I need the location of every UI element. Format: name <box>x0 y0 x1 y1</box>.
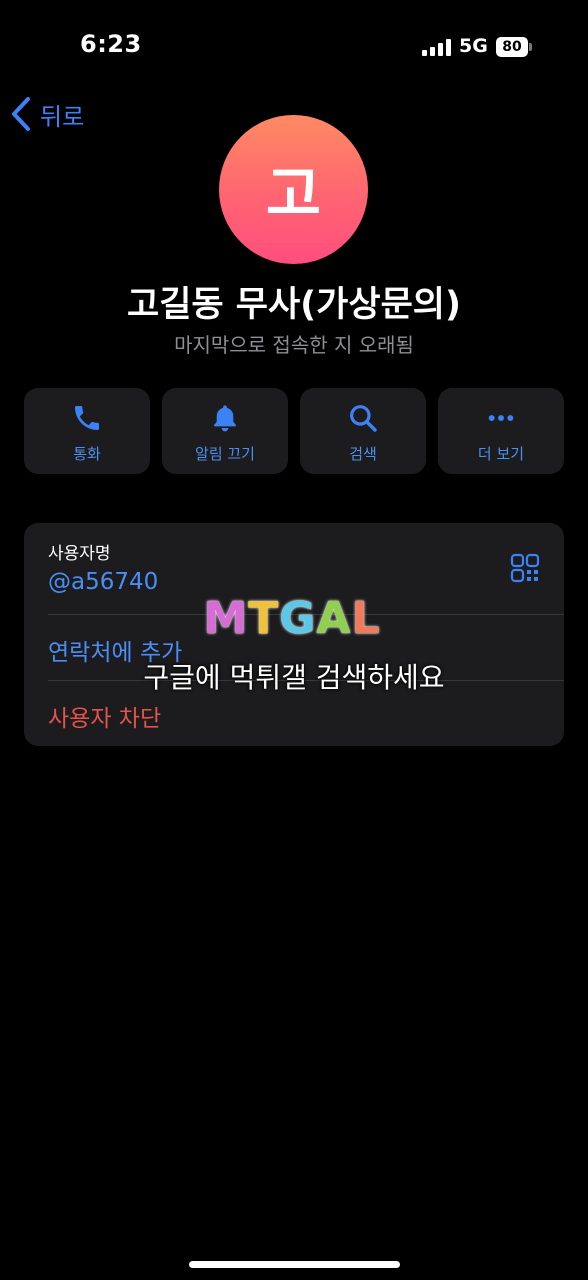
more-button[interactable]: 더 보기 <box>438 388 564 474</box>
avatar-initial: 고 <box>265 160 322 230</box>
back-label: 뒤로 <box>40 102 85 131</box>
status-time: 6:23 <box>80 30 142 58</box>
search-icon <box>350 405 377 432</box>
block-user-button[interactable]: 사용자 차단 <box>48 699 161 733</box>
avatar[interactable]: 고 <box>219 115 368 264</box>
watermark-text: 구글에 먹튀갤 검색하세요 <box>143 661 445 694</box>
watermark-logo-text: MTGAL <box>203 593 380 644</box>
call-label: 통화 <box>73 445 101 463</box>
back-button[interactable]: 뒤로 <box>10 94 84 134</box>
phone-icon <box>75 406 99 430</box>
mute-button[interactable]: 알림 끄기 <box>162 388 288 474</box>
search-button[interactable]: 검색 <box>300 388 426 474</box>
username-value[interactable]: @a56740 <box>48 569 158 595</box>
battery-level: 80 <box>496 37 528 57</box>
watermark-logo-letter: T <box>248 592 280 644</box>
profile-name: 고길동 무사(가상문의) <box>127 285 461 325</box>
chevron-left-icon <box>12 97 30 131</box>
home-indicator[interactable] <box>189 1261 400 1268</box>
action-bar: 통화 알림 끄기 검색 더 보기 <box>24 388 564 474</box>
status-bar: 6:23 5G 80 <box>0 0 588 90</box>
watermark-logo: MTGAL <box>192 592 392 644</box>
watermark-logo-letter: M <box>203 592 249 644</box>
qr-code-icon[interactable] <box>510 553 540 583</box>
cellular-signal-icon <box>422 39 452 56</box>
username-label: 사용자명 <box>48 544 111 564</box>
mute-label: 알림 끄기 <box>195 445 255 463</box>
call-button[interactable]: 통화 <box>24 388 150 474</box>
bell-icon <box>213 405 237 432</box>
battery-icon: 80 <box>496 37 532 57</box>
more-label: 더 보기 <box>477 445 525 463</box>
network-type: 5G <box>459 35 488 57</box>
watermark-logo-letter: L <box>351 592 381 644</box>
search-label: 검색 <box>349 445 377 463</box>
watermark-logo-letter: G <box>279 592 317 644</box>
watermark-logo-letter: A <box>316 592 352 644</box>
more-icon <box>488 415 514 421</box>
last-seen-status: 마지막으로 접속한 지 오래됨 <box>174 333 414 357</box>
